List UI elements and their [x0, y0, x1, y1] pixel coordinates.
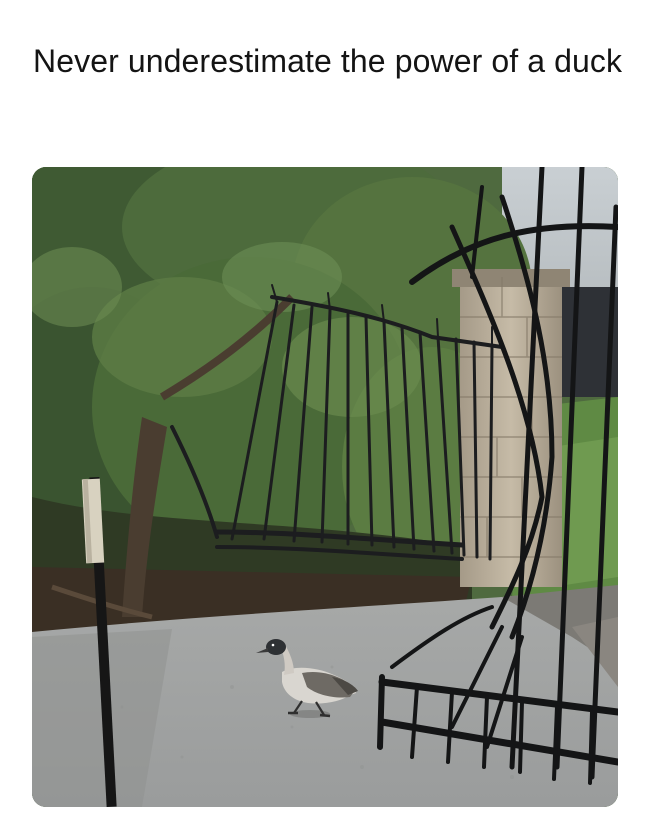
meme-photo	[32, 167, 618, 807]
meme-post: Never underestimate the power of a duck	[0, 0, 650, 838]
post-caption: Never underestimate the power of a duck	[33, 43, 623, 79]
